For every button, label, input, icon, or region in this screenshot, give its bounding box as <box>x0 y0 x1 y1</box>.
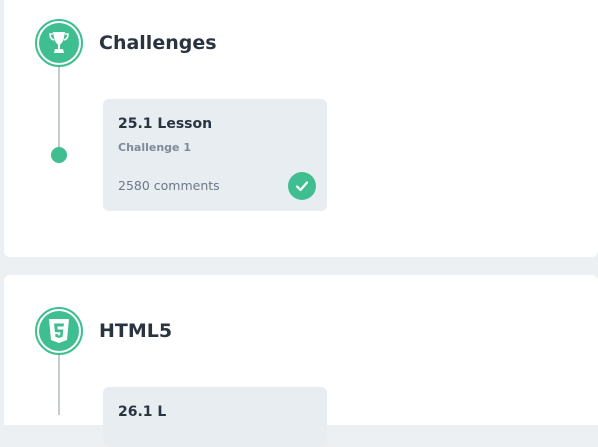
lesson-card[interactable]: 25.1 Lesson Challenge 1 2580 comments <box>103 99 327 211</box>
lesson-title: 26.1 L <box>118 404 167 420</box>
lesson-subtitle: Challenge 1 <box>118 141 191 154</box>
section-title-html5: HTML5 <box>99 320 173 342</box>
html5-icon <box>49 319 69 343</box>
timeline-line <box>58 67 60 155</box>
comments-count[interactable]: 2580 comments <box>118 178 220 193</box>
section-title-challenges: Challenges <box>99 32 217 54</box>
completed-check-icon <box>288 172 316 200</box>
timeline-line <box>58 355 60 415</box>
lesson-card[interactable]: 26.1 L <box>103 387 327 447</box>
lesson-title: 25.1 Lesson <box>118 116 213 132</box>
trophy-icon <box>49 32 69 53</box>
html5-badge <box>35 307 83 355</box>
timeline-dot <box>51 147 67 163</box>
challenges-badge <box>35 19 83 67</box>
